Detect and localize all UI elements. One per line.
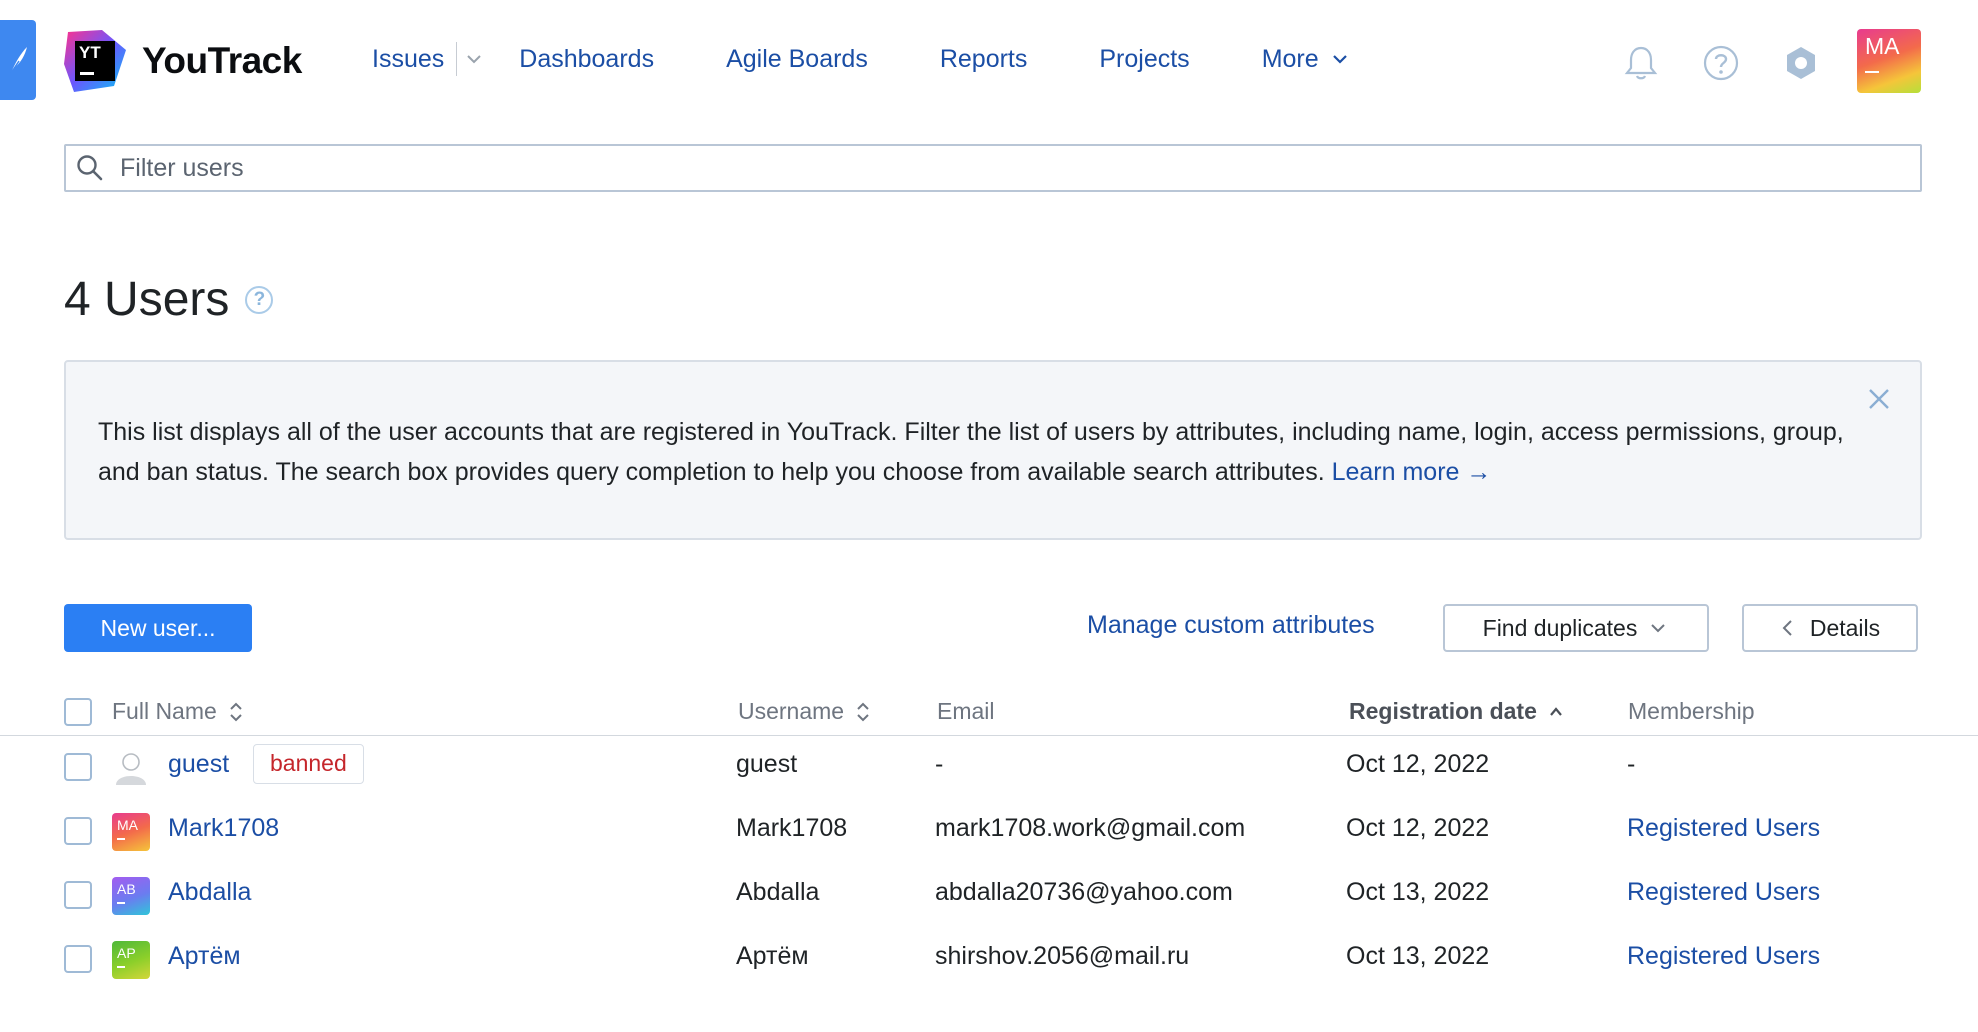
email-cell: - <box>935 750 944 778</box>
nav-dashboards[interactable]: Dashboards <box>519 45 654 74</box>
column-username[interactable]: Username <box>738 698 872 725</box>
user-full-name-link[interactable]: guest <box>168 750 229 779</box>
search-icon <box>77 155 103 181</box>
new-user-button[interactable]: New user... <box>64 604 252 652</box>
column-registration-date-label: Registration date <box>1349 698 1537 724</box>
column-email-label: Email <box>937 698 995 724</box>
more-chevron-icon[interactable] <box>1329 52 1351 66</box>
username-cell: Артём <box>736 942 809 970</box>
user-avatar-menu[interactable]: MA <box>1857 29 1921 93</box>
column-membership-label: Membership <box>1628 698 1755 724</box>
row-checkbox[interactable] <box>64 753 92 781</box>
sort-icon <box>857 702 869 721</box>
user-full-name-link[interactable]: Артём <box>168 942 241 971</box>
registration-date-cell: Oct 13, 2022 <box>1346 878 1490 906</box>
details-label: Details <box>1809 614 1881 641</box>
avatar-underscore <box>117 838 125 840</box>
learn-more-link[interactable]: Learn more → <box>1332 458 1492 486</box>
nav-issues[interactable]: Issues <box>372 45 444 74</box>
sort-icon <box>230 702 242 721</box>
banned-badge: banned <box>253 744 364 784</box>
user-avatar-initials: AB <box>117 881 136 897</box>
filter-users-box <box>64 144 1922 192</box>
user-full-name-link[interactable]: Mark1708 <box>168 814 279 843</box>
nav-agile-boards[interactable]: Agile Boards <box>726 45 868 74</box>
row-checkbox[interactable] <box>64 817 92 845</box>
table-row[interactable]: MA Mark1708 Mark1708 mark1708.work@gmail… <box>0 800 1978 864</box>
issues-dropdown-chevron-icon[interactable] <box>465 52 483 66</box>
registration-date-cell: Oct 13, 2022 <box>1346 942 1490 970</box>
user-avatar: AP <box>112 941 150 979</box>
select-all-checkbox[interactable] <box>64 698 92 726</box>
nav-more[interactable]: More <box>1262 45 1319 74</box>
page-title-text: 4 Users <box>64 273 230 326</box>
membership-cell: - <box>1627 750 1636 778</box>
column-membership: Membership <box>1628 698 1755 725</box>
membership-link[interactable]: Registered Users <box>1627 942 1820 971</box>
user-avatar-initials: AP <box>117 945 136 961</box>
username-cell: Abdalla <box>736 878 820 906</box>
main-nav: Issues Dashboards Agile Boards Reports P… <box>372 42 1351 76</box>
close-icon[interactable] <box>1864 384 1894 414</box>
chevron-down-icon <box>1651 624 1666 633</box>
nav-divider <box>456 42 458 76</box>
column-full-name-label: Full Name <box>112 698 217 724</box>
row-checkbox[interactable] <box>64 945 92 973</box>
table-row[interactable]: guest banned guest - Oct 12, 2022 - <box>0 736 1978 800</box>
table-row[interactable]: AB Abdalla Abdalla abdalla20736@yahoo.co… <box>0 864 1978 928</box>
sort-ascending-icon <box>1550 706 1562 716</box>
user-avatar: MA <box>112 813 150 851</box>
username-cell: Mark1708 <box>736 814 848 842</box>
avatar-underscore <box>117 966 125 968</box>
column-email: Email <box>937 698 995 725</box>
column-username-label: Username <box>738 698 845 724</box>
help-icon[interactable] <box>1702 44 1740 82</box>
youtrack-logo-mark: YT <box>62 28 128 94</box>
filter-users-input[interactable] <box>120 153 1820 183</box>
find-duplicates-label: Find duplicates <box>1482 614 1638 641</box>
youtrack-logo[interactable]: YT YouTrack <box>62 26 302 96</box>
table-row[interactable]: AP Артём Артём shirshov.2056@mail.ru Oct… <box>0 928 1978 992</box>
user-full-name-link[interactable]: Abdalla <box>168 878 251 907</box>
nav-projects[interactable]: Projects <box>1099 45 1189 74</box>
email-cell: shirshov.2056@mail.ru <box>935 942 1190 970</box>
app-name: YouTrack <box>142 40 302 81</box>
user-avatar: AB <box>112 877 150 915</box>
email-cell: mark1708.work@gmail.com <box>935 814 1246 842</box>
registration-date-cell: Oct 12, 2022 <box>1346 750 1490 778</box>
avatar-underscore <box>1865 71 1879 73</box>
row-checkbox[interactable] <box>64 881 92 909</box>
details-button[interactable]: Details <box>1742 604 1918 652</box>
chevron-left-icon <box>1782 620 1792 636</box>
find-duplicates-button[interactable]: Find duplicates <box>1443 604 1709 652</box>
feather-icon <box>10 47 27 74</box>
username-cell: guest <box>736 750 798 778</box>
guest-user-icon <box>116 753 146 785</box>
membership-link[interactable]: Registered Users <box>1627 814 1820 843</box>
column-full-name[interactable]: Full Name <box>112 698 245 725</box>
feedback-tab[interactable] <box>0 20 36 100</box>
info-banner: This list displays all of the user accou… <box>64 360 1922 540</box>
avatar-underscore <box>117 902 125 904</box>
table-header: Full Name Username Email Registration da… <box>0 690 1978 736</box>
nav-reports[interactable]: Reports <box>940 45 1028 74</box>
info-banner-text: This list displays all of the user accou… <box>98 418 1844 486</box>
users-page: YT YouTrack Issues Dashboards Agile Boar… <box>0 0 1978 1032</box>
notifications-bell-icon[interactable] <box>1622 44 1660 82</box>
column-registration-date[interactable]: Registration date <box>1349 698 1565 725</box>
avatar-initials: MA <box>1865 33 1900 59</box>
user-avatar-initials: MA <box>117 817 138 833</box>
help-question-icon[interactable]: ? <box>245 285 274 314</box>
registration-date-cell: Oct 12, 2022 <box>1346 814 1490 842</box>
email-cell: abdalla20736@yahoo.com <box>935 878 1233 906</box>
page-title: 4 Users ? <box>64 272 274 327</box>
logo-letters: YT <box>79 43 101 62</box>
settings-gear-icon[interactable] <box>1782 44 1820 82</box>
manage-custom-attributes-link[interactable]: Manage custom attributes <box>1087 611 1375 640</box>
membership-link[interactable]: Registered Users <box>1627 878 1820 907</box>
